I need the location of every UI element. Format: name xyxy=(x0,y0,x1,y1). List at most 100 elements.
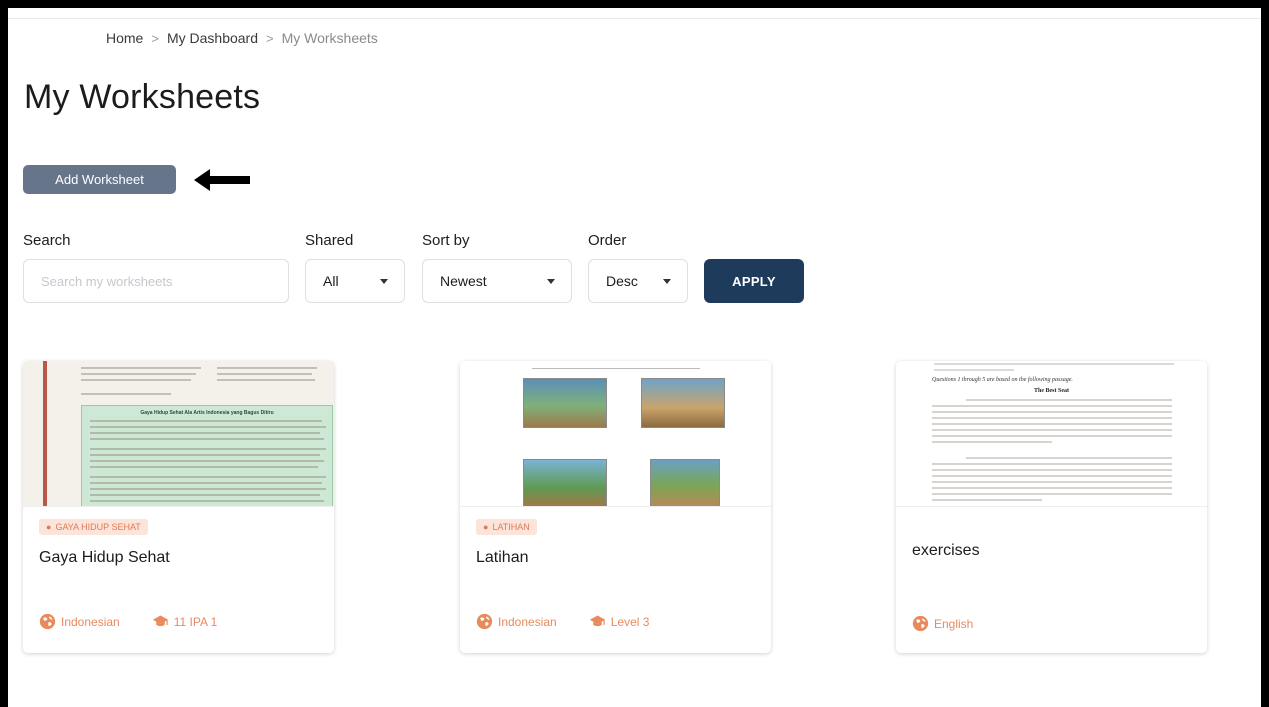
thumbnail-text-box: Gaya Hidup Sehat Ala Artis Indonesia yan… xyxy=(81,405,333,506)
category-tag: ● LATIHAN xyxy=(476,519,537,535)
thumbnail-line xyxy=(932,417,1172,419)
thumbnail-line xyxy=(932,463,1172,465)
sort-select[interactable]: Newest xyxy=(422,259,572,303)
thumbnail-line xyxy=(966,457,1172,459)
level-label: 11 IPA 1 xyxy=(173,614,218,629)
worksheet-title[interactable]: exercises xyxy=(912,542,980,560)
page-frame: Home > My Dashboard > My Worksheets My W… xyxy=(8,8,1261,707)
thumbnail-line xyxy=(90,500,324,502)
breadcrumb-current: My Worksheets xyxy=(281,30,378,46)
thumbnail-margin xyxy=(43,361,47,506)
shared-select-value: All xyxy=(323,273,339,289)
thumbnail-line xyxy=(217,373,312,375)
top-divider xyxy=(8,18,1261,19)
breadcrumb-separator: > xyxy=(151,30,159,46)
thumbnail-line xyxy=(934,363,1174,365)
shared-label: Shared xyxy=(305,232,354,249)
level-info: Level 3 xyxy=(589,613,650,630)
tag-dot-icon: ● xyxy=(46,522,52,532)
language-label: Indonesian xyxy=(61,614,120,629)
globe-icon xyxy=(912,615,929,632)
thumbnail-line xyxy=(81,373,196,375)
thumbnail-line xyxy=(932,423,1172,425)
graduation-cap-icon xyxy=(152,615,168,627)
thumbnail-line xyxy=(932,435,1172,437)
search-input[interactable]: Search my worksheets xyxy=(23,259,289,303)
thumbnail-line xyxy=(81,379,191,381)
graduation-cap-icon xyxy=(589,615,605,627)
thumbnail-line xyxy=(217,379,315,381)
thumbnail-heading: The Best Seat xyxy=(1034,388,1069,394)
thumbnail-line xyxy=(934,369,1014,371)
category-tag-label: LATIHAN xyxy=(492,522,530,532)
thumbnail-line xyxy=(932,493,1172,495)
thumbnail-line xyxy=(932,405,1172,407)
thumbnail-picture xyxy=(523,459,607,506)
apply-button[interactable]: APPLY xyxy=(704,259,804,303)
thumbnail-picture xyxy=(523,378,607,428)
category-tag: ● GAYA HIDUP SEHAT xyxy=(39,519,148,535)
worksheet-card[interactable]: Questions 1 through 5 are based on the f… xyxy=(896,361,1207,653)
thumbnail-line xyxy=(966,399,1172,401)
order-select[interactable]: Desc xyxy=(588,259,688,303)
thumbnail-line xyxy=(90,494,320,496)
worksheet-meta: English xyxy=(912,615,973,632)
chevron-down-icon xyxy=(380,279,388,284)
thumbnail-line xyxy=(90,432,320,434)
worksheet-title[interactable]: Gaya Hidup Sehat xyxy=(39,549,170,567)
order-label: Order xyxy=(588,232,627,249)
thumbnail-picture xyxy=(641,378,725,428)
worksheet-thumbnail: Questions 1 through 5 are based on the f… xyxy=(896,361,1207,507)
thumbnail-line xyxy=(932,411,1172,413)
level-label: Level 3 xyxy=(610,614,650,629)
worksheet-card[interactable]: Gaya Hidup Sehat Ala Artis Indonesia yan… xyxy=(23,361,334,653)
search-placeholder: Search my worksheets xyxy=(41,273,173,289)
chevron-down-icon xyxy=(547,279,555,284)
worksheet-meta: Indonesian 11 IPA 1 xyxy=(39,613,217,630)
search-label: Search xyxy=(23,232,71,249)
tag-dot-icon: ● xyxy=(483,522,489,532)
language-info: English xyxy=(912,615,973,632)
page-title: My Worksheets xyxy=(24,78,261,116)
globe-icon xyxy=(476,613,493,630)
shared-select[interactable]: All xyxy=(305,259,405,303)
sort-select-value: Newest xyxy=(440,273,487,289)
thumbnail-line xyxy=(932,441,1052,443)
thumbnail-line xyxy=(90,426,326,428)
worksheet-card[interactable]: ● LATIHAN Latihan Indonesian Level 3 xyxy=(460,361,771,653)
thumbnail-line xyxy=(90,438,324,440)
level-info: 11 IPA 1 xyxy=(152,613,218,630)
breadcrumb-dashboard[interactable]: My Dashboard xyxy=(167,30,258,46)
globe-icon xyxy=(39,613,56,630)
thumbnail-line xyxy=(932,429,1172,431)
thumbnail-line xyxy=(90,454,320,456)
breadcrumb: Home > My Dashboard > My Worksheets xyxy=(106,30,378,46)
thumbnail-frame xyxy=(532,361,700,369)
thumbnail-line xyxy=(90,460,324,462)
thumbnail-line xyxy=(90,476,326,478)
thumbnail-line xyxy=(217,367,317,369)
thumbnail-line xyxy=(81,393,171,395)
thumbnail-heading: Gaya Hidup Sehat Ala Artis Indonesia yan… xyxy=(140,410,274,416)
sort-label: Sort by xyxy=(422,232,470,249)
thumbnail-line xyxy=(932,469,1172,471)
chevron-down-icon xyxy=(663,279,671,284)
thumbnail-intro: Questions 1 through 5 are based on the f… xyxy=(932,377,1073,383)
worksheet-thumbnail: Gaya Hidup Sehat Ala Artis Indonesia yan… xyxy=(23,361,334,507)
thumbnail-line xyxy=(90,466,318,468)
language-info: Indonesian xyxy=(39,613,120,630)
thumbnail-line xyxy=(932,487,1172,489)
add-worksheet-button[interactable]: Add Worksheet xyxy=(23,165,176,194)
thumbnail-picture xyxy=(650,459,720,506)
worksheet-meta: Indonesian Level 3 xyxy=(476,613,649,630)
worksheet-title[interactable]: Latihan xyxy=(476,549,529,567)
thumbnail-line xyxy=(90,448,326,450)
thumbnail-line xyxy=(90,420,322,422)
thumbnail-line xyxy=(90,482,322,484)
breadcrumb-home[interactable]: Home xyxy=(106,30,143,46)
thumbnail-line xyxy=(81,367,201,369)
thumbnail-line xyxy=(932,481,1172,483)
category-tag-label: GAYA HIDUP SEHAT xyxy=(55,522,141,532)
thumbnail-line xyxy=(932,475,1172,477)
worksheet-thumbnail xyxy=(460,361,771,507)
